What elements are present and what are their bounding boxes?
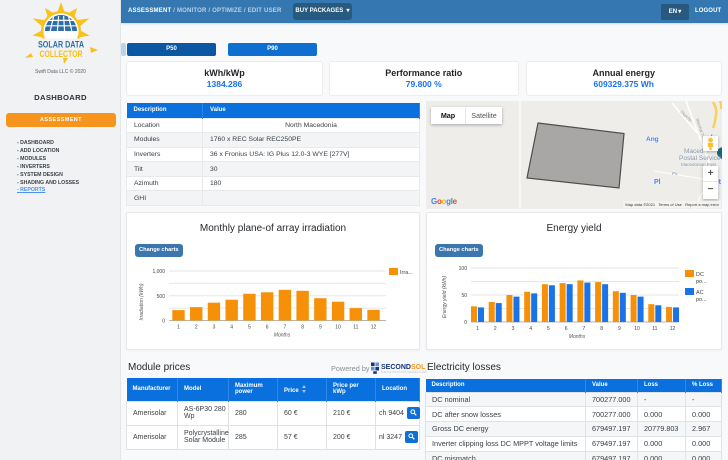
- svg-text:5: 5: [547, 326, 550, 332]
- svg-text:11: 11: [652, 326, 657, 332]
- svg-text:SECONDSOL: SECONDSOL: [381, 364, 426, 371]
- svg-text:9: 9: [319, 325, 322, 331]
- svg-text:po...: po...: [696, 279, 707, 285]
- svg-text:6: 6: [565, 326, 568, 332]
- svg-text:0: 0: [464, 320, 467, 326]
- svg-text:4: 4: [230, 325, 233, 331]
- svg-text:Irra...: Irra...: [400, 270, 413, 276]
- svg-text:Google: Google: [431, 197, 458, 206]
- svg-text:12: 12: [670, 326, 676, 332]
- svg-text:10: 10: [634, 326, 640, 332]
- svg-text:Months: Months: [569, 334, 586, 340]
- svg-text:7: 7: [582, 326, 585, 332]
- svg-text:3: 3: [512, 326, 515, 332]
- svg-text:DC: DC: [696, 272, 704, 278]
- svg-text:3: 3: [213, 325, 216, 331]
- svg-text:8: 8: [301, 325, 304, 331]
- svg-text:Irradiation (kWh): Irradiation (kWh): [139, 283, 145, 320]
- svg-text:4: 4: [529, 326, 532, 332]
- svg-text:1: 1: [476, 326, 479, 332]
- svg-text:2: 2: [195, 325, 198, 331]
- svg-text:1: 1: [177, 325, 180, 331]
- svg-text:5: 5: [248, 325, 251, 331]
- svg-text:SOLAR DATA: SOLAR DATA: [38, 40, 84, 50]
- svg-text:7: 7: [283, 325, 286, 331]
- svg-text:500: 500: [157, 294, 166, 300]
- svg-text:10: 10: [335, 325, 341, 331]
- svg-text:0: 0: [162, 319, 165, 325]
- svg-text:THE PHOTOVOLTAIC MARKETPLACE: THE PHOTOVOLTAIC MARKETPLACE: [381, 370, 427, 374]
- svg-text:8: 8: [600, 326, 603, 332]
- svg-text:po...: po...: [696, 297, 707, 303]
- svg-text:COLLECTOR: COLLECTOR: [40, 49, 83, 59]
- svg-text:2: 2: [494, 326, 497, 332]
- svg-text:Energy yield (kWh): Energy yield (kWh): [442, 276, 448, 319]
- svg-text:100: 100: [459, 266, 468, 272]
- svg-text:Months: Months: [274, 333, 291, 339]
- svg-text:50: 50: [461, 293, 467, 299]
- svg-text:9: 9: [618, 326, 621, 332]
- svg-text:11: 11: [353, 325, 358, 331]
- svg-text:6: 6: [266, 325, 269, 331]
- svg-text:1,000: 1,000: [152, 269, 165, 275]
- svg-text:12: 12: [371, 325, 377, 331]
- svg-text:AC: AC: [696, 290, 704, 296]
